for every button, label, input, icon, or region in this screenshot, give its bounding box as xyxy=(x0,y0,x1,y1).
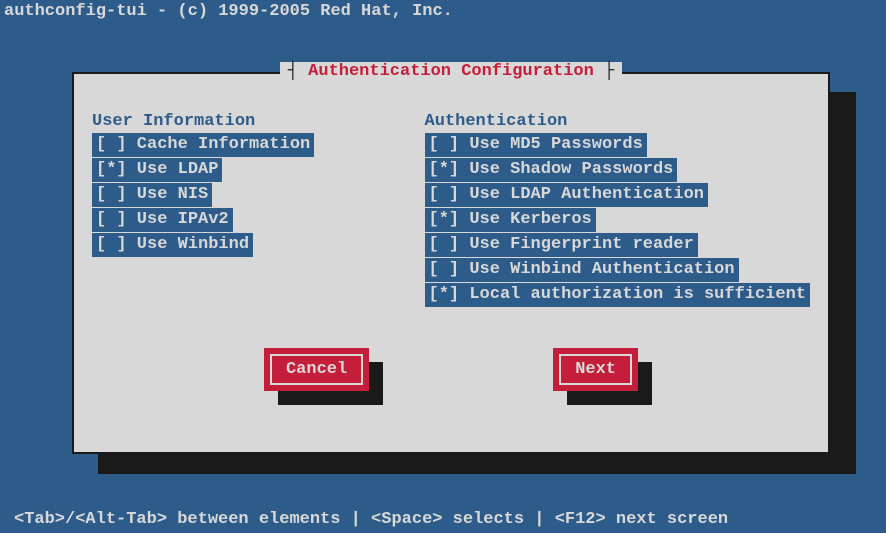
auth-checkbox-0[interactable]: [ ] Use MD5 Passwords xyxy=(425,133,647,157)
auth-checkbox-3[interactable]: [*] Use Kerberos xyxy=(425,208,596,232)
authentication-column: Authentication [ ] Use MD5 Passwords[*] … xyxy=(425,112,810,308)
auth-checkbox-2[interactable]: [ ] Use LDAP Authentication xyxy=(425,183,708,207)
user-information-list: [ ] Cache Information[*] Use LDAP[ ] Use… xyxy=(92,133,405,258)
user-info-checkbox-4[interactable]: [ ] Use Winbind xyxy=(92,233,253,257)
dialog-title: Authentication Configuration xyxy=(280,62,622,81)
auth-checkbox-6[interactable]: [*] Local authorization is sufficient xyxy=(425,283,810,307)
user-information-heading: User Information xyxy=(92,112,405,131)
next-button-label: Next xyxy=(559,354,632,385)
auth-checkbox-1[interactable]: [*] Use Shadow Passwords xyxy=(425,158,678,182)
auth-checkbox-5[interactable]: [ ] Use Winbind Authentication xyxy=(425,258,739,282)
app-title: authconfig-tui - (c) 1999-2005 Red Hat, … xyxy=(0,0,886,23)
user-info-checkbox-1[interactable]: [*] Use LDAP xyxy=(92,158,222,182)
cancel-button[interactable]: Cancel xyxy=(264,348,369,391)
cancel-button-shadow: Cancel xyxy=(264,348,369,391)
user-info-checkbox-2[interactable]: [ ] Use NIS xyxy=(92,183,212,207)
user-info-checkbox-3[interactable]: [ ] Use IPAv2 xyxy=(92,208,233,232)
user-info-checkbox-0[interactable]: [ ] Cache Information xyxy=(92,133,314,157)
cancel-button-label: Cancel xyxy=(270,354,363,385)
authentication-list: [ ] Use MD5 Passwords[*] Use Shadow Pass… xyxy=(425,133,810,308)
auth-config-dialog: Authentication Configuration User Inform… xyxy=(72,72,830,454)
next-button[interactable]: Next xyxy=(553,348,638,391)
authentication-heading: Authentication xyxy=(425,112,810,131)
next-button-shadow: Next xyxy=(553,348,638,391)
auth-checkbox-4[interactable]: [ ] Use Fingerprint reader xyxy=(425,233,698,257)
footer-hint: <Tab>/<Alt-Tab> between elements | <Spac… xyxy=(0,510,886,529)
terminal-window: authconfig-tui - (c) 1999-2005 Red Hat, … xyxy=(0,0,886,533)
user-information-column: User Information [ ] Cache Information[*… xyxy=(92,112,405,308)
